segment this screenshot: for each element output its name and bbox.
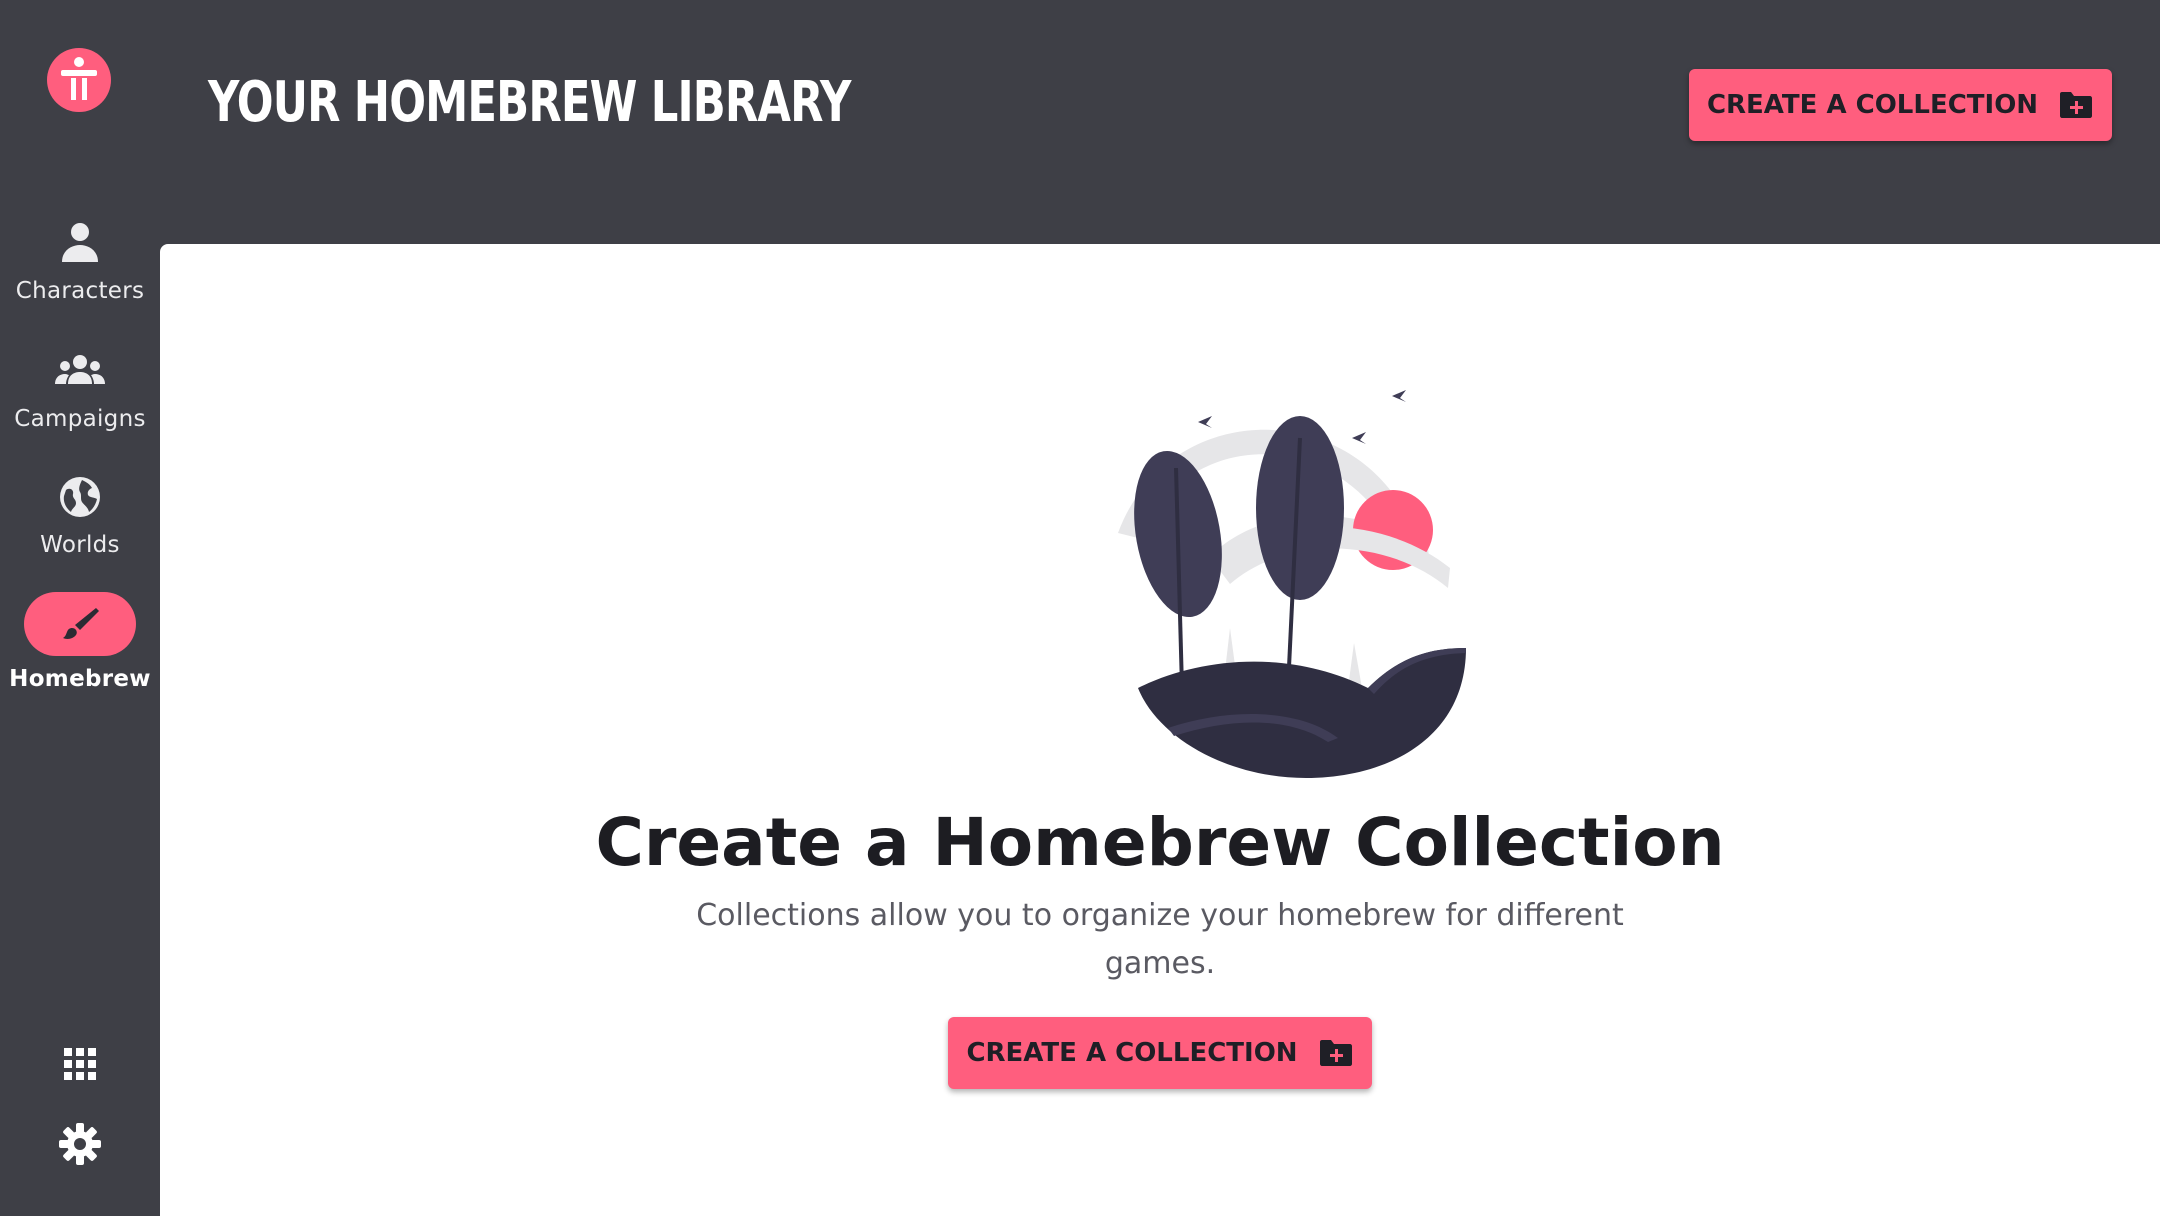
sidebar: Characters Campaigns Worlds Homebrew <box>0 0 160 1216</box>
create-collection-label: CREATE A COLLECTION <box>1706 90 2039 120</box>
brush-icon <box>58 602 102 646</box>
group-icon <box>54 348 106 394</box>
folder-plus-icon <box>2060 92 2093 118</box>
app-root: Characters Campaigns Worlds Homebrew YOU… <box>0 0 2160 1216</box>
person-icon <box>54 220 106 266</box>
sidebar-item-label: Homebrew <box>9 666 151 692</box>
create-collection-button[interactable]: CREATE A COLLECTION <box>948 1017 1372 1089</box>
empty-state-description: Collections allow you to organize your h… <box>696 898 1624 981</box>
sidebar-item-campaigns[interactable]: Campaigns <box>0 348 160 432</box>
sidebar-item-label: Campaigns <box>14 406 146 432</box>
empty-state-title: Create a Homebrew Collection <box>595 804 1725 881</box>
sidebar-item-label: Worlds <box>40 532 120 558</box>
create-collection-header-button[interactable]: CREATE A COLLECTION <box>1689 69 2112 141</box>
landscape-illustration <box>968 358 1528 778</box>
globe-icon <box>54 474 106 520</box>
gear-icon[interactable] <box>56 1120 104 1168</box>
main-panel: Create a Homebrew Collection Collections… <box>160 244 2160 1216</box>
folder-plus-icon <box>1319 1040 1352 1066</box>
sidebar-item-label: Characters <box>15 278 145 304</box>
brand-logo-icon[interactable] <box>47 48 111 112</box>
active-pill <box>24 592 136 656</box>
sidebar-item-characters[interactable]: Characters <box>0 220 160 304</box>
create-collection-label: CREATE A COLLECTION <box>966 1038 1298 1068</box>
sidebar-item-homebrew[interactable]: Homebrew <box>0 592 160 692</box>
sidebar-item-worlds[interactable]: Worlds <box>0 474 160 558</box>
page-title: YOUR HOMEBREW LIBRARY <box>208 70 851 135</box>
apps-grid-icon[interactable] <box>56 1040 104 1088</box>
